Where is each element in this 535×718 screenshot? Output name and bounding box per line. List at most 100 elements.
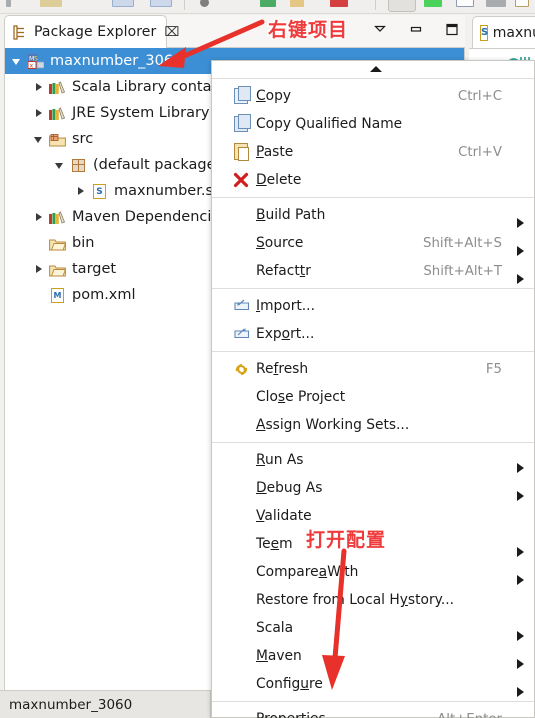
- menu-item-refactor[interactable]: Refacttr Shift+Alt+T: [212, 257, 534, 285]
- no-icon: [234, 416, 256, 434]
- menu-item-run-as[interactable]: Run As: [212, 446, 534, 474]
- tab-maxnumber-scala[interactable]: S maxnu: [472, 16, 535, 48]
- no-icon: [234, 710, 256, 718]
- expand-arrow-icon[interactable]: [33, 133, 46, 146]
- expand-arrow-icon[interactable]: [33, 263, 46, 276]
- delete-icon: [233, 171, 256, 189]
- expand-arrow-icon[interactable]: [33, 81, 46, 94]
- tab-package-explorer[interactable]: Package Explorer ⌧: [4, 15, 179, 48]
- toolbar-icon-save[interactable]: [6, 0, 11, 7]
- no-icon: [234, 507, 256, 525]
- toolbar-icon-run[interactable]: [260, 0, 276, 7]
- status-bar-text: maxnumber_3060: [9, 696, 133, 713]
- menu-item-configure[interactable]: Configure: [212, 670, 534, 698]
- no-icon: [234, 591, 256, 609]
- expand-arrow-icon[interactable]: [33, 107, 46, 120]
- menu-separator: [212, 197, 534, 198]
- menu-item-properties[interactable]: Properties Alt+Enter: [212, 705, 534, 718]
- menu-item-delete[interactable]: Delete: [212, 166, 534, 194]
- folder-icon: [49, 235, 67, 252]
- toolbar-icon-open-a[interactable]: [112, 0, 134, 7]
- toolbar-icon-stop[interactable]: [330, 0, 348, 7]
- folder-icon: [49, 261, 67, 278]
- menu-item-copy-qualified-name[interactable]: Copy Qualified Name: [212, 110, 534, 138]
- project-context-menu[interactable]: Copy Ctrl+C Copy Qualified Name Paste Ct…: [211, 60, 535, 718]
- scroll-up-arrow-icon[interactable]: [212, 61, 534, 75]
- chevron-down-icon[interactable]: [371, 20, 389, 38]
- menu-item-close-project[interactable]: Close Project: [212, 383, 534, 411]
- menu-item-maven[interactable]: Maven: [212, 642, 534, 670]
- paste-icon: [234, 143, 256, 161]
- package-icon: [70, 157, 88, 174]
- svg-text:x: x: [30, 62, 34, 69]
- menu-item-accel: Ctrl+V: [458, 144, 502, 160]
- menu-separator: [212, 701, 534, 702]
- menu-separator: [212, 78, 534, 79]
- menu-item-accel: Shift+Alt+T: [423, 263, 502, 279]
- menu-item-build-path[interactable]: Build Path: [212, 201, 534, 229]
- no-icon: [234, 675, 256, 693]
- no-icon: [234, 619, 256, 637]
- toolbar-icon-new[interactable]: [40, 0, 62, 7]
- annotation-open-configuration: 打开配置: [306, 529, 387, 551]
- editor-tab-label: maxnu: [492, 24, 535, 41]
- menu-item-source[interactable]: Source Shift+Alt+S: [212, 229, 534, 257]
- menu-item-copy[interactable]: Copy Ctrl+C: [212, 82, 534, 110]
- expand-arrow-icon[interactable]: [54, 159, 67, 172]
- menu-item-scala[interactable]: Scala: [212, 614, 534, 642]
- main-toolbar[interactable]: [0, 0, 535, 14]
- menu-item-compare-with[interactable]: CompareaWith: [212, 558, 534, 586]
- menu-item-label: uild Path: [265, 207, 326, 223]
- toolbar-icon-view-a[interactable]: [456, 0, 474, 7]
- toolbar-icon-view-b[interactable]: [486, 0, 506, 7]
- menu-item-label: alidate: [264, 508, 312, 524]
- annotation-right-click-project: 右键项目: [268, 19, 349, 41]
- tree-item-label: pom.xml: [72, 287, 136, 303]
- maximize-icon[interactable]: [443, 20, 461, 38]
- no-icon: [234, 206, 256, 224]
- copy-icon: [234, 86, 256, 105]
- scala-file-icon: S: [480, 24, 488, 41]
- no-icon: [234, 262, 256, 280]
- menu-item-label: Clo: [256, 389, 278, 405]
- toolbar-icon-search[interactable]: [200, 0, 209, 7]
- tab-label: Package Explorer: [34, 24, 157, 40]
- source-folder-icon: [49, 131, 67, 148]
- toolbar-separator-1: [184, 0, 185, 10]
- library-icon: [49, 105, 67, 122]
- toolbar-icon-green[interactable]: [424, 0, 442, 7]
- toolbar-icon-folder[interactable]: [290, 0, 304, 7]
- menu-item-label: Restore from Local H: [256, 592, 400, 608]
- expand-arrow-icon[interactable]: [11, 55, 24, 68]
- no-icon: [234, 451, 256, 469]
- toolbar-icon-open-b[interactable]: [150, 0, 172, 7]
- library-icon: [49, 79, 67, 96]
- menu-item-accel: Ctrl+C: [457, 88, 502, 104]
- menu-item-label: aste: [263, 144, 294, 160]
- toolbar-perspective-button[interactable]: [388, 0, 416, 12]
- menu-item-export[interactable]: Export...: [212, 320, 534, 348]
- menu-item-paste[interactable]: Paste Ctrl+V: [212, 138, 534, 166]
- package-explorer-icon: [13, 24, 28, 40]
- library-icon: [49, 209, 67, 226]
- menu-item-label: mport...: [260, 298, 315, 314]
- no-icon: [234, 535, 256, 553]
- menu-item-debug-as[interactable]: Debug As: [212, 474, 534, 502]
- tree-item-label: JRE System Library: [72, 105, 210, 121]
- menu-item-import[interactable]: Import...: [212, 292, 534, 320]
- menu-item-label: Copy Qualified Name: [256, 116, 403, 132]
- expand-arrow-icon[interactable]: [33, 211, 46, 224]
- toolbar-icon-view-c[interactable]: [515, 0, 529, 7]
- menu-item-refresh[interactable]: Refresh F5: [212, 355, 534, 383]
- menu-item-restore-from-local-history[interactable]: Restore from Local Hystory...: [212, 586, 534, 614]
- minimize-icon[interactable]: [407, 20, 425, 38]
- menu-separator: [212, 442, 534, 443]
- menu-item-label: Compare: [256, 564, 319, 580]
- menu-item-assign-working-sets[interactable]: Assign Working Sets...: [212, 411, 534, 439]
- expand-arrow-icon[interactable]: [75, 185, 88, 198]
- menu-item-accel: Shift+Alt+S: [423, 235, 502, 251]
- tree-item-label: (default package): [93, 157, 222, 173]
- eclipse-ide-window: Package Explorer ⌧ M S x maxnumber_3060 …: [0, 0, 535, 718]
- close-icon[interactable]: ⌧: [164, 25, 179, 40]
- menu-item-label: elete: [266, 172, 302, 188]
